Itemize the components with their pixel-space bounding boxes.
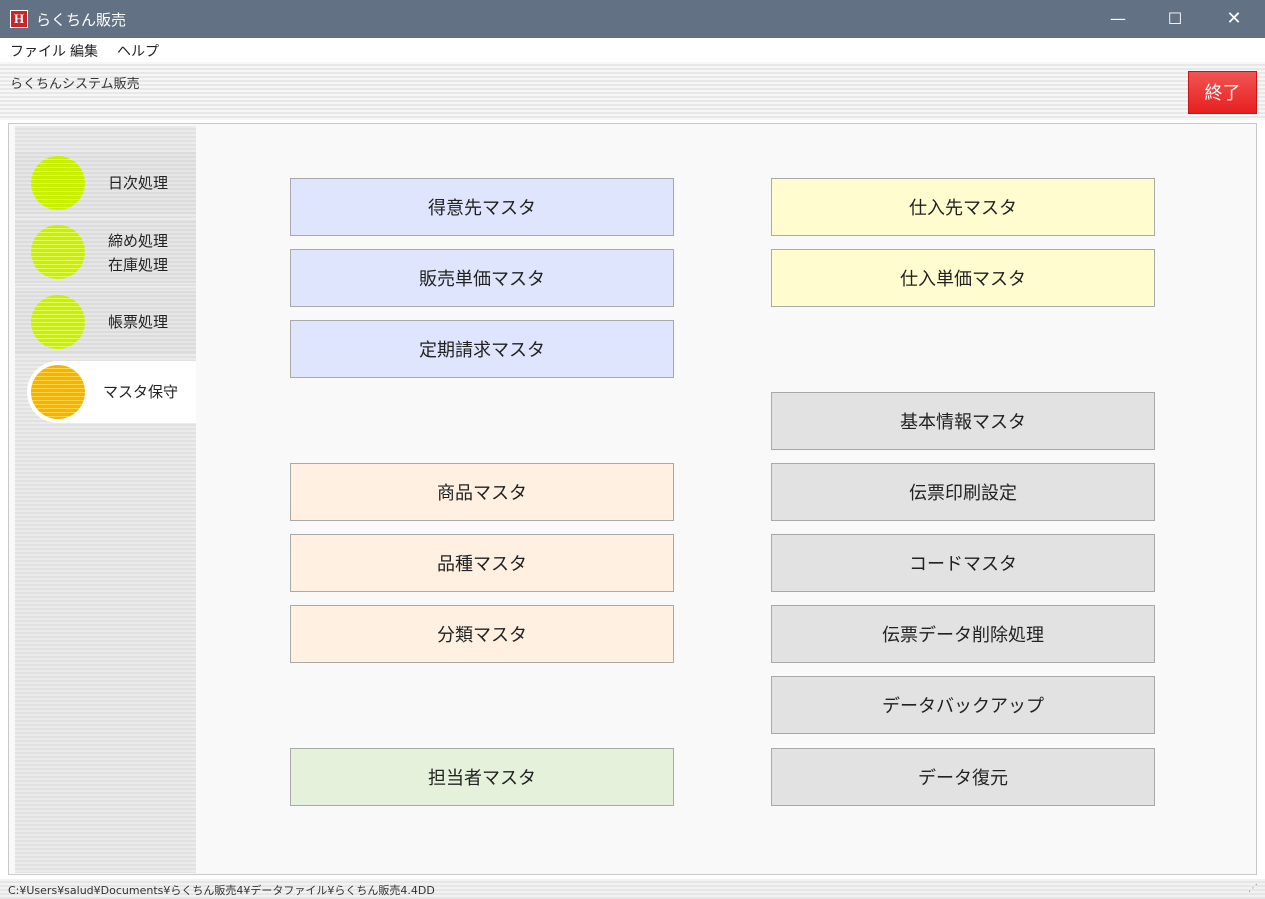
resize-grip-icon[interactable]: ⋰ [1248, 883, 1258, 894]
slip-data-delete-button[interactable]: 伝票データ削除処理 [771, 605, 1155, 663]
slip-print-settings-button[interactable]: 伝票印刷設定 [771, 463, 1155, 521]
orange-lamp-icon [31, 365, 85, 419]
category-master-button[interactable]: 分類マスタ [290, 605, 674, 663]
system-title: らくちんシステム販売 [10, 77, 140, 92]
sidebar-item-closing-inventory[interactable]: 締め処理 在庫処理 [15, 221, 196, 283]
customer-master-button[interactable]: 得意先マスタ [290, 178, 674, 236]
app-icon[interactable]: H [10, 10, 28, 28]
title-bar: H らくちん販売 — ☐ ✕ [0, 0, 1265, 38]
maximize-button[interactable]: ☐ [1147, 0, 1203, 38]
supplier-master-button[interactable]: 仕入先マスタ [771, 178, 1155, 236]
exit-button[interactable]: 終了 [1188, 71, 1257, 114]
sidebar-item-label: 在庫処理 [108, 256, 169, 274]
close-button[interactable]: ✕ [1206, 0, 1262, 38]
staff-master-button[interactable]: 担当者マスタ [290, 748, 674, 806]
periodic-billing-master-button[interactable]: 定期請求マスタ [290, 320, 674, 378]
data-restore-button[interactable]: データ復元 [771, 748, 1155, 806]
sidebar-item-label: 日次処理 [108, 174, 169, 192]
variety-master-button[interactable]: 品種マスタ [290, 534, 674, 592]
sales-price-master-button[interactable]: 販売単価マスタ [290, 249, 674, 307]
data-backup-button[interactable]: データバックアップ [771, 676, 1155, 734]
sidebar-item-reports[interactable]: 帳票処理 [15, 291, 196, 353]
menu-file[interactable]: ファイル [10, 41, 66, 61]
status-bar: C:¥Users¥salud¥Documents¥らくちん販売4¥データファイル… [0, 879, 1265, 899]
window-title: らくちん販売 [36, 11, 127, 29]
basic-info-master-button[interactable]: 基本情報マスタ [771, 392, 1155, 450]
menu-help[interactable]: ヘルプ [117, 41, 159, 61]
menu-bar: ファイル 編集 ヘルプ [0, 38, 1265, 62]
code-master-button[interactable]: コードマスタ [771, 534, 1155, 592]
sidebar-item-master-maintenance[interactable]: マスタ保守 [27, 361, 196, 423]
menu-edit[interactable]: 編集 [70, 41, 98, 61]
sidebar-item-label: 帳票処理 [108, 313, 169, 331]
green-lamp-icon [31, 225, 85, 279]
green-lamp-icon [31, 295, 85, 349]
purchase-price-master-button[interactable]: 仕入単価マスタ [771, 249, 1155, 307]
sidebar-item-label: 締め処理 [108, 232, 169, 250]
product-master-button[interactable]: 商品マスタ [290, 463, 674, 521]
status-file-path: C:¥Users¥salud¥Documents¥らくちん販売4¥データファイル… [8, 884, 435, 897]
system-header: らくちんシステム販売 [0, 62, 1265, 120]
minimize-button[interactable]: — [1090, 0, 1146, 38]
sidebar-item-label: マスタ保守 [103, 383, 179, 401]
sidebar-item-daily[interactable]: 日次処理 [15, 152, 196, 214]
green-lamp-icon [31, 156, 85, 210]
